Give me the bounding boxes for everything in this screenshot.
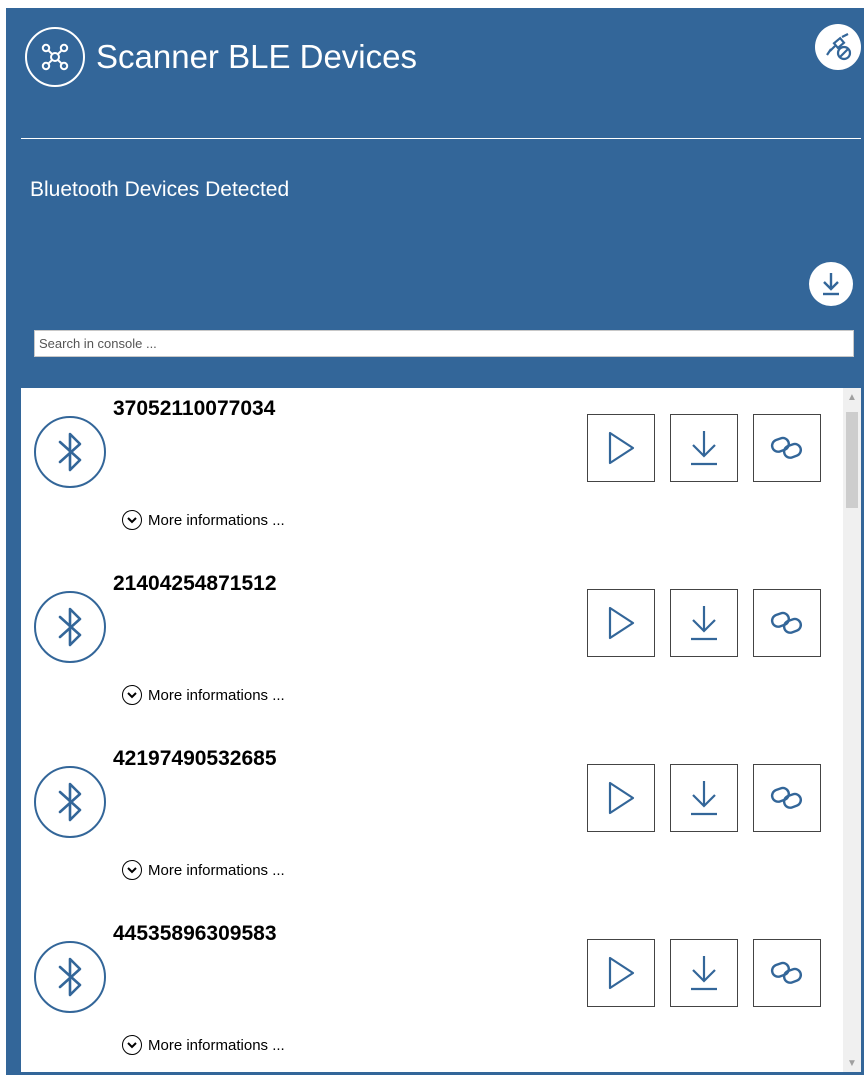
bluetooth-icon: [34, 416, 106, 488]
more-info-toggle[interactable]: More informations ...: [122, 683, 285, 707]
play-icon: [606, 430, 636, 466]
section-title: Bluetooth Devices Detected: [30, 178, 290, 201]
more-info-label: More informations ...: [148, 861, 285, 879]
download-button[interactable]: [670, 939, 738, 1007]
download-icon: [688, 428, 720, 468]
download-icon: [688, 603, 720, 643]
device-list-item: 21404254871512 More informations ...: [21, 563, 836, 738]
bluetooth-icon: [34, 941, 106, 1013]
link-icon: [769, 433, 805, 463]
play-button[interactable]: [587, 589, 655, 657]
scroll-thumb[interactable]: [846, 412, 858, 508]
more-info-toggle[interactable]: More informations ...: [122, 858, 285, 882]
chevron-down-icon: [122, 1035, 142, 1055]
play-button[interactable]: [587, 414, 655, 482]
play-icon: [606, 780, 636, 816]
vertical-scrollbar[interactable]: ▲ ▼: [843, 388, 861, 1072]
device-list-item: 37052110077034 More informations ...: [21, 388, 836, 563]
device-name: 37052110077034: [113, 397, 276, 420]
download-button[interactable]: [670, 414, 738, 482]
play-icon: [606, 955, 636, 991]
link-button[interactable]: [753, 589, 821, 657]
link-button[interactable]: [753, 939, 821, 1007]
header-divider: [21, 138, 861, 139]
satellite-off-button[interactable]: [815, 24, 861, 70]
device-name: 42197490532685: [113, 747, 277, 770]
device-list-item: 42197490532685 More informations ...: [21, 738, 836, 913]
scroll-up-arrow[interactable]: ▲: [843, 388, 861, 406]
link-icon: [769, 958, 805, 988]
bluetooth-icon: [34, 591, 106, 663]
app-title: Scanner BLE Devices: [96, 38, 417, 75]
bluetooth-icon: [34, 766, 106, 838]
link-button[interactable]: [753, 414, 821, 482]
link-icon: [769, 783, 805, 813]
device-list-item: 44535896309583 More informations ...: [21, 913, 836, 1072]
more-info-toggle[interactable]: More informations ...: [122, 508, 285, 532]
download-icon: [688, 778, 720, 818]
link-button[interactable]: [753, 764, 821, 832]
play-icon: [606, 605, 636, 641]
download-button[interactable]: [670, 764, 738, 832]
device-name: 44535896309583: [113, 922, 277, 945]
play-button[interactable]: [587, 939, 655, 1007]
device-name: 21404254871512: [113, 572, 277, 595]
link-icon: [769, 608, 805, 638]
download-icon: [688, 953, 720, 993]
more-info-label: More informations ...: [148, 511, 285, 529]
download-circle-icon: [817, 270, 845, 298]
device-list: 37052110077034 More informations ... 214…: [21, 388, 861, 1072]
download-button[interactable]: [670, 589, 738, 657]
search-input[interactable]: [34, 330, 854, 357]
network-hub-icon: [25, 27, 85, 87]
download-all-button[interactable]: [809, 262, 853, 306]
more-info-label: More informations ...: [148, 1036, 285, 1054]
more-info-toggle[interactable]: More informations ...: [122, 1033, 285, 1057]
play-button[interactable]: [587, 764, 655, 832]
more-info-label: More informations ...: [148, 686, 285, 704]
chevron-down-icon: [122, 510, 142, 530]
app-window: Scanner BLE Devices Bluetooth Devices De…: [6, 8, 864, 1075]
satellite-off-icon: [822, 31, 854, 63]
chevron-down-icon: [122, 685, 142, 705]
chevron-down-icon: [122, 860, 142, 880]
scroll-down-arrow[interactable]: ▼: [843, 1054, 861, 1072]
